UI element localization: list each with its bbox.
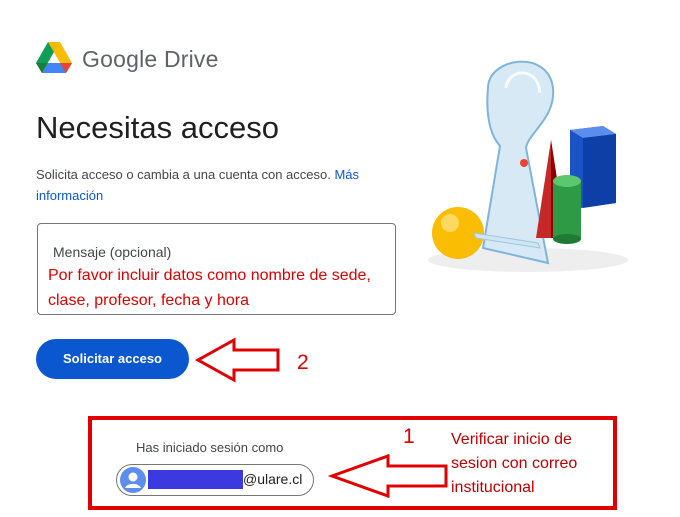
account-email-domain: @ulare.cl — [243, 471, 303, 487]
account-circle-icon — [120, 467, 146, 493]
annotation-arrow-1-icon — [328, 453, 448, 499]
keyhole-illustration-icon — [428, 60, 628, 272]
account-chip[interactable]: @ulare.cl — [116, 464, 314, 496]
google-drive-logo-icon — [36, 42, 72, 73]
brand-name: Google Drive — [82, 46, 219, 72]
annotation-number-1: 1 — [403, 425, 415, 448]
annotation-arrow-2-icon — [194, 337, 280, 383]
message-label: Mensaje (opcional) — [53, 244, 172, 260]
annotation-number-2: 2 — [297, 351, 309, 374]
request-access-button[interactable]: Solicitar acceso — [36, 339, 189, 379]
signed-in-label: Has iniciado sesión como — [136, 440, 284, 455]
description-text: Solicita acceso o cambia a una cuenta co… — [36, 167, 335, 182]
redacted-email — [148, 470, 243, 489]
message-text[interactable]: Por favor incluir datos como nombre de s… — [48, 263, 398, 313]
message-field[interactable]: Mensaje (opcional) Por favor incluir dat… — [37, 223, 396, 315]
annotation-note-1: Verificar inicio de sesion con correo in… — [451, 431, 578, 496]
page-description: Solicita acceso o cambia a una cuenta co… — [36, 164, 406, 206]
page-title: Necesitas acceso — [36, 110, 279, 145]
